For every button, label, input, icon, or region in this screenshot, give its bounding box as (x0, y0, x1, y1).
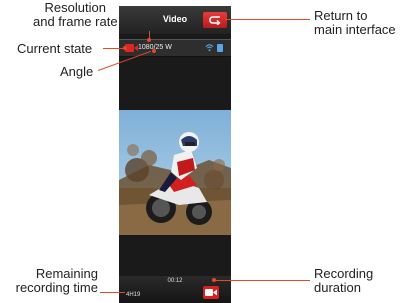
annotation-resolution-line1: Resolution (44, 0, 106, 15)
annotation-recording-line2: duration (314, 280, 361, 295)
leader-recording-dot (212, 278, 216, 282)
status-bar: 1080/25 W (119, 39, 231, 57)
sd-card-icon (217, 44, 223, 52)
video-camera-icon (205, 289, 217, 296)
annotation-resolution: Resolution and frame rate (33, 1, 118, 29)
annotation-remaining-line2: recording time (15, 280, 98, 295)
leader-angle-dot (152, 49, 156, 53)
remaining-time: 4H19 (126, 292, 141, 298)
return-arrow-icon (209, 16, 221, 25)
annotation-recording-line1: Recording (314, 266, 374, 281)
annotation-return: Return to main interface (314, 9, 396, 37)
leader-state (103, 48, 125, 49)
wifi-icon (205, 44, 214, 52)
annotation-return-line2: main interface (314, 22, 396, 37)
leader-remaining (100, 292, 125, 293)
annotation-remaining-line1: Remaining (35, 266, 98, 281)
annotation-remaining: Remaining recording time (6, 267, 98, 295)
phone-screen: Video 1080/25 W 00:12 4H19 (119, 6, 231, 303)
annotation-current-state: Current state (17, 41, 93, 56)
annotation-resolution-line2: and frame rate (33, 14, 118, 29)
motocross-photo (119, 110, 231, 235)
leader-resolution-dot (147, 38, 151, 42)
annotation-return-line1: Return to (314, 8, 368, 23)
annotation-angle: Angle (60, 64, 94, 79)
leader-state-dot (123, 46, 127, 50)
leader-recording (213, 280, 310, 281)
annotation-recording: Recording duration (314, 267, 373, 295)
leader-return (225, 19, 310, 20)
return-button[interactable] (203, 12, 227, 28)
record-button[interactable] (203, 286, 219, 299)
top-bar: Video (119, 6, 231, 34)
